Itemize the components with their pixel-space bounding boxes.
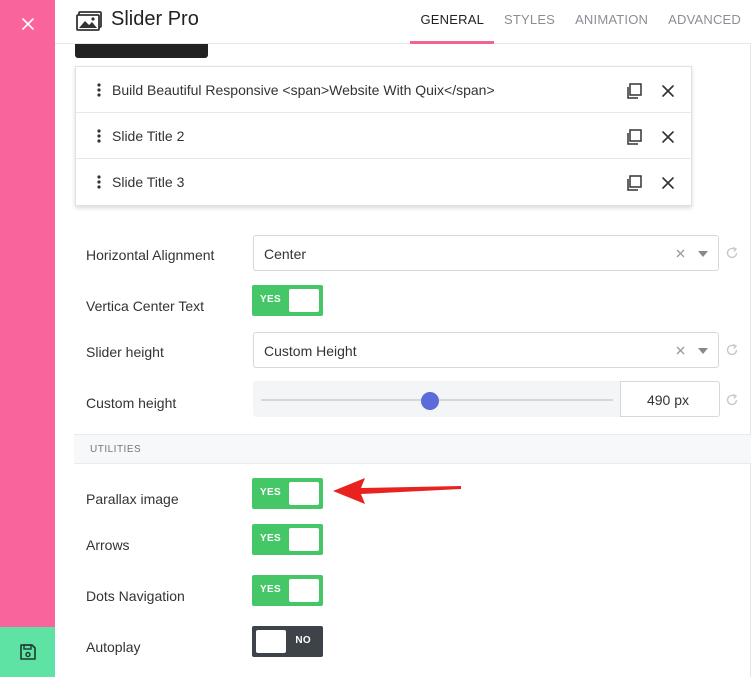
close-icon[interactable] — [661, 84, 675, 98]
toggle-state: YES — [260, 584, 281, 595]
toggle-state: YES — [260, 294, 281, 305]
refresh-icon[interactable] — [725, 393, 739, 407]
slider-height-select[interactable]: Custom Height — [253, 332, 719, 368]
chevron-down-icon — [698, 348, 708, 354]
list-item[interactable]: Slide Title 3 — [76, 159, 691, 205]
dots-navigation-toggle[interactable]: YES — [252, 575, 323, 606]
horizontal-alignment-label: Horizontal Alignment — [86, 247, 215, 263]
parallax-label: Parallax image — [86, 491, 179, 507]
slide-title: Build Beautiful Responsive <span>Website… — [112, 81, 495, 98]
custom-height-slider[interactable] — [253, 381, 621, 417]
dots-navigation-label: Dots Navigation — [86, 588, 185, 604]
tab-general[interactable]: GENERAL — [410, 0, 494, 44]
chevron-down-icon — [698, 251, 708, 257]
tab-animation[interactable]: ANIMATION — [565, 0, 658, 44]
left-sidebar — [0, 0, 55, 677]
toggle-state: NO — [295, 635, 311, 646]
slider-thumb[interactable] — [421, 392, 440, 410]
autoplay-toggle[interactable]: NO — [252, 626, 323, 657]
select-value: Center — [264, 246, 307, 262]
vertical-center-toggle[interactable]: YES — [252, 285, 323, 316]
clear-x-icon[interactable] — [676, 245, 688, 261]
floppy-disk-icon — [19, 644, 36, 660]
toggle-knob — [289, 482, 319, 505]
image-icon — [76, 11, 102, 31]
parallax-toggle[interactable]: YES — [252, 478, 323, 509]
slider-height-label: Slider height — [86, 344, 164, 360]
close-icon[interactable] — [661, 176, 675, 190]
close-button[interactable] — [14, 10, 42, 38]
annotation-arrow — [333, 478, 461, 504]
autoplay-label: Autoplay — [86, 639, 141, 655]
close-icon[interactable] — [661, 130, 675, 144]
toggle-knob — [289, 579, 319, 602]
drag-handle[interactable] — [86, 128, 112, 143]
vertical-dots-icon — [97, 175, 101, 189]
custom-height-label: Custom height — [86, 395, 177, 411]
arrows-toggle[interactable]: YES — [252, 524, 323, 555]
list-item[interactable]: Build Beautiful Responsive <span>Website… — [76, 67, 691, 113]
refresh-icon[interactable] — [725, 343, 739, 357]
utilities-section-header: UTILITIES — [74, 434, 751, 464]
drag-handle[interactable] — [86, 175, 112, 189]
copy-icon[interactable] — [625, 174, 643, 192]
toggle-state: YES — [260, 533, 281, 544]
slide-title: Slide Title 3 — [112, 174, 185, 190]
refresh-icon[interactable] — [725, 246, 739, 260]
page-title: Slider Pro — [111, 8, 199, 30]
clear-x-icon[interactable] — [676, 342, 688, 358]
vertical-center-label: Vertica Center Text — [86, 298, 205, 314]
slides-list: Build Beautiful Responsive <span>Website… — [75, 66, 692, 206]
toggle-knob — [289, 528, 319, 551]
drag-handle[interactable] — [86, 82, 112, 97]
close-icon — [22, 18, 34, 30]
panel-header: Slider Pro GENERAL STYLES ANIMATION ADVA… — [55, 0, 751, 44]
tab-bar: GENERAL STYLES ANIMATION ADVANCED — [410, 0, 751, 44]
add-item-button[interactable] — [75, 44, 208, 58]
custom-height-input[interactable]: 490 px — [620, 381, 720, 417]
slide-title: Slide Title 2 — [112, 127, 185, 144]
section-heading: UTILITIES — [90, 444, 142, 455]
toggle-knob — [289, 289, 319, 312]
save-button[interactable] — [0, 627, 55, 677]
settings-panel: Slider Pro GENERAL STYLES ANIMATION ADVA… — [55, 0, 751, 677]
copy-icon[interactable] — [625, 128, 643, 146]
toggle-knob — [256, 630, 286, 653]
vertical-dots-icon — [97, 82, 101, 97]
tab-styles[interactable]: STYLES — [494, 0, 565, 44]
copy-icon[interactable] — [625, 82, 643, 100]
select-value: Custom Height — [264, 343, 357, 359]
tab-advanced[interactable]: ADVANCED — [658, 0, 751, 44]
custom-height-value: 490 px — [646, 392, 689, 408]
vertical-dots-icon — [97, 128, 101, 143]
arrows-label: Arrows — [86, 537, 130, 553]
toggle-state: YES — [260, 487, 281, 498]
horizontal-alignment-select[interactable]: Center — [253, 235, 719, 271]
list-item[interactable]: Slide Title 2 — [76, 113, 691, 159]
